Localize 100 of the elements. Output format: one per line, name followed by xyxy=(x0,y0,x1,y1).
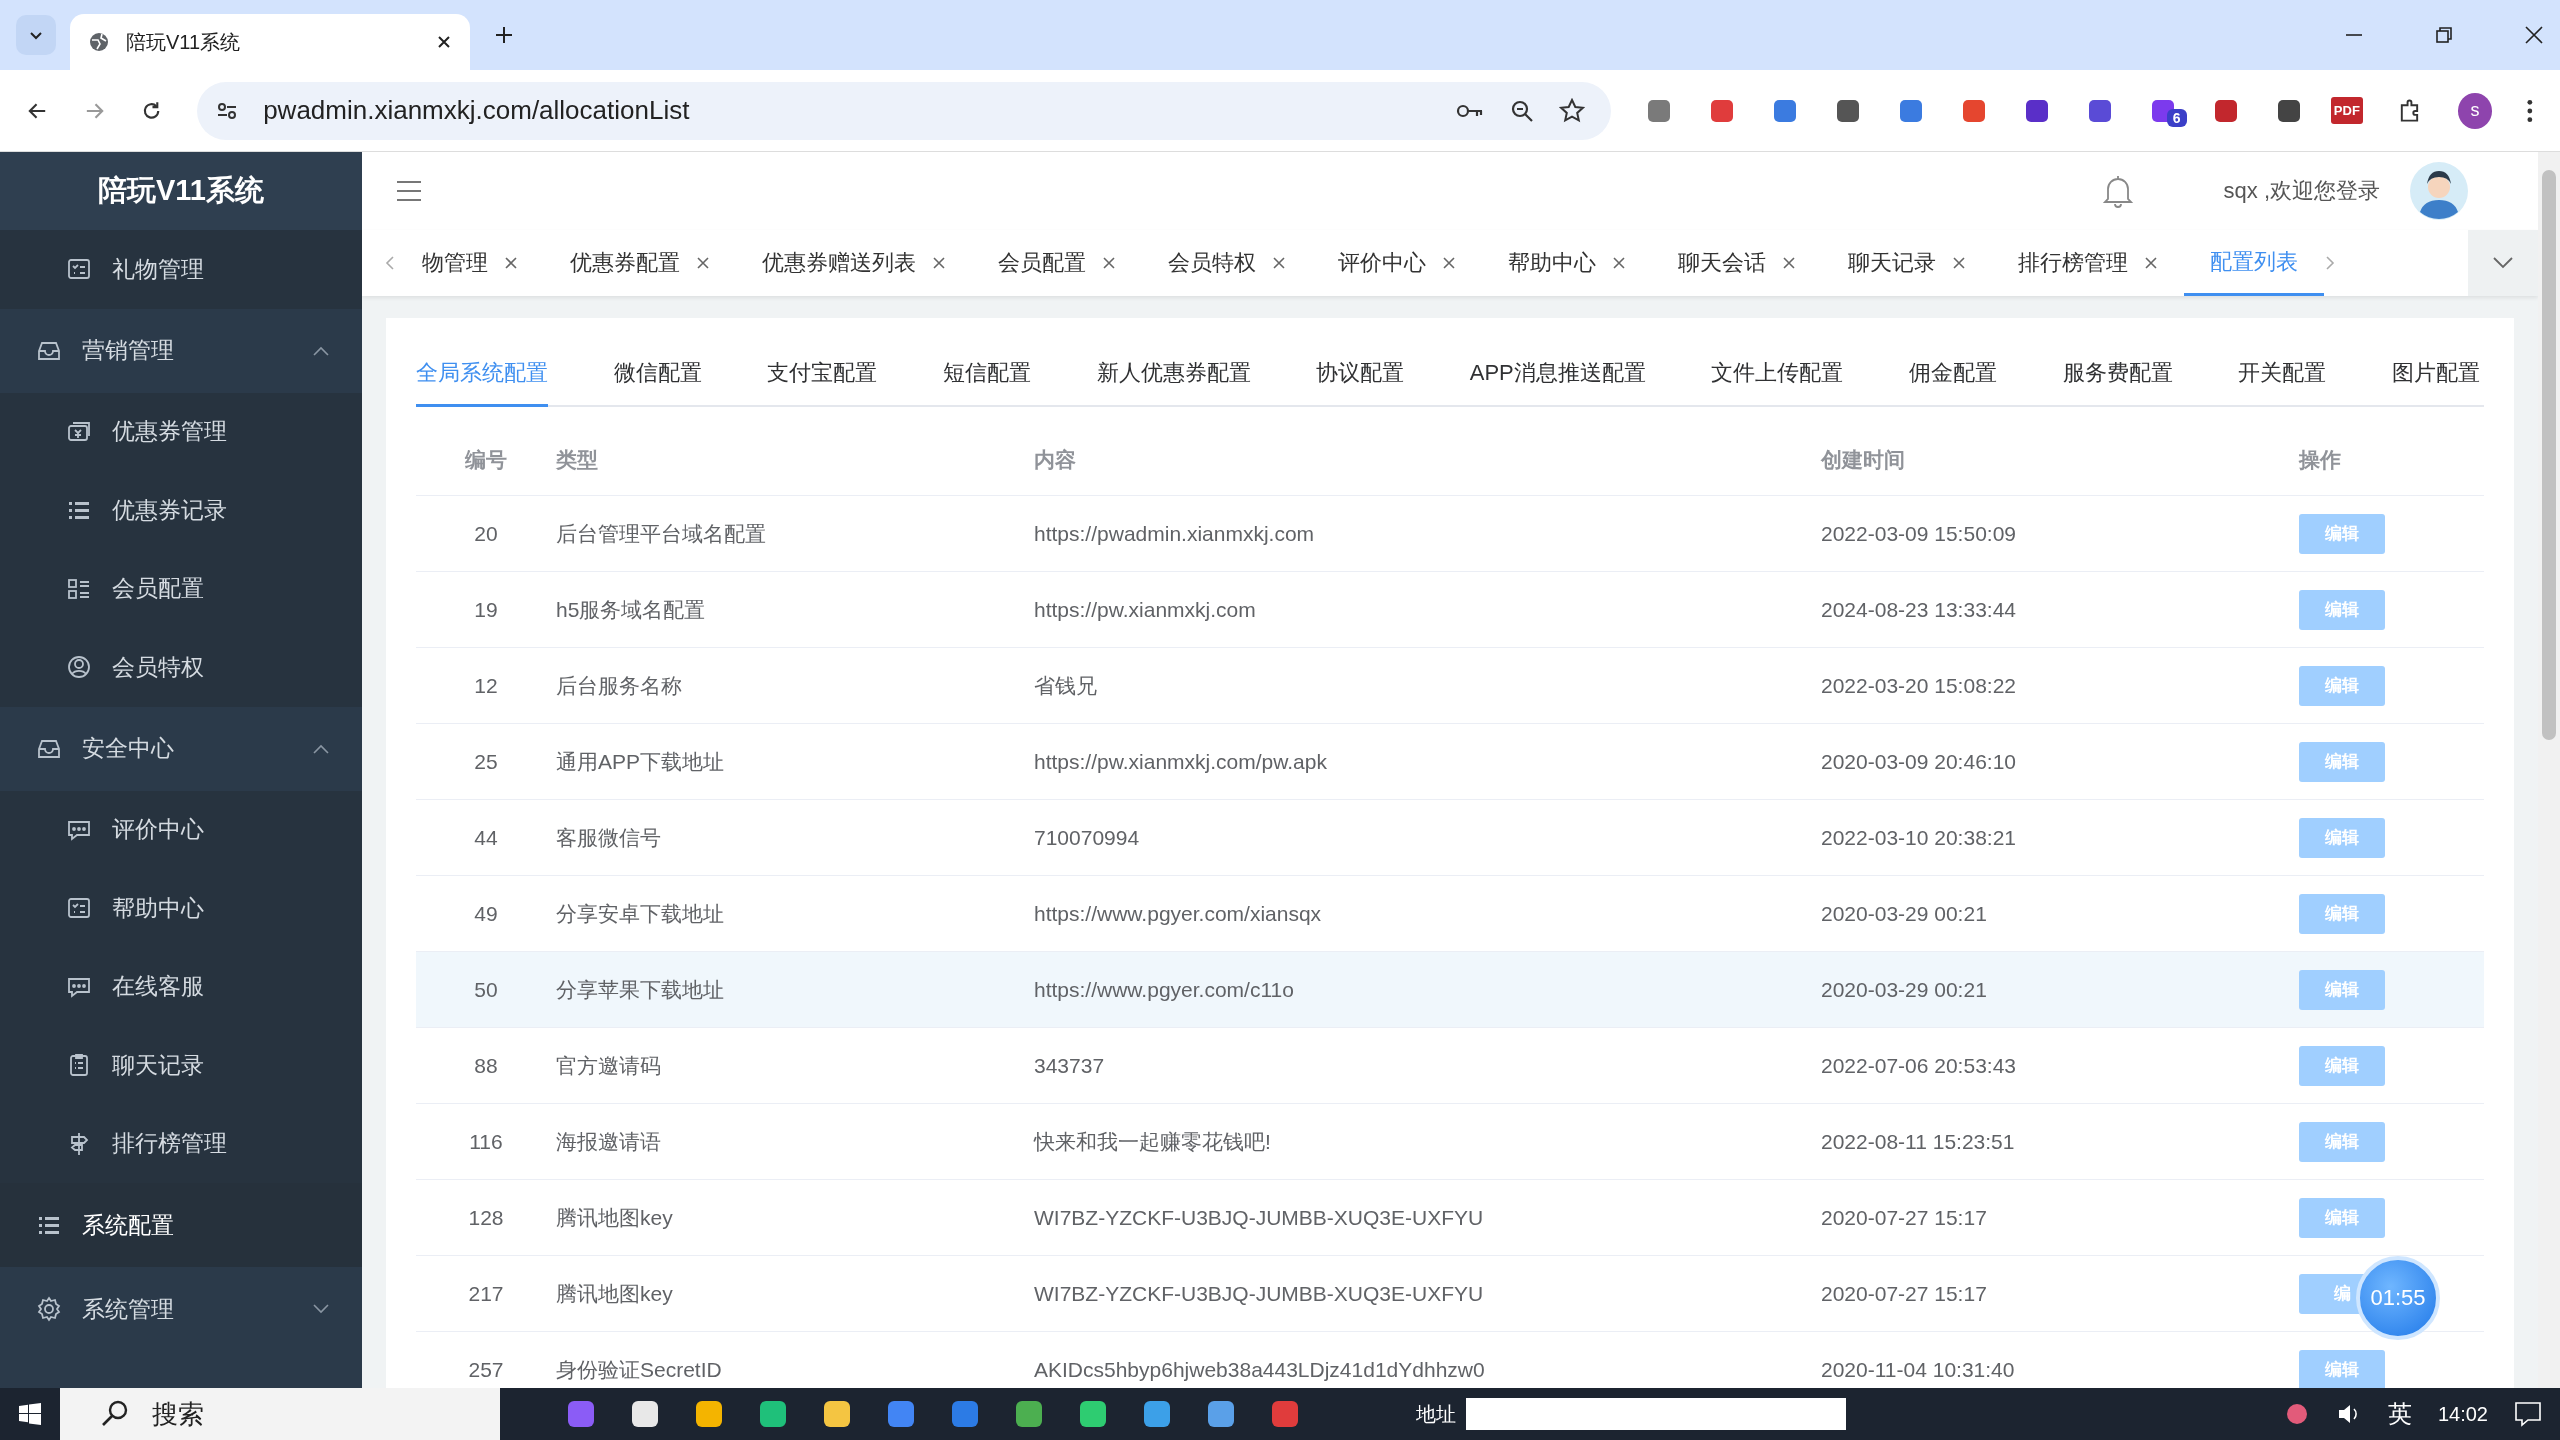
page-tab[interactable]: 聊天会话 xyxy=(1652,230,1822,296)
input-method-indicator[interactable]: 英 xyxy=(2387,1398,2412,1430)
column-header: 创建时间 xyxy=(1821,447,1906,473)
table-cell-text: 88 xyxy=(473,1053,499,1078)
sidebar-item[interactable]: 会员特权 xyxy=(0,628,362,707)
page-tab[interactable]: 会员特权 xyxy=(1142,230,1312,296)
table-cell-text: 2020-03-29 00:21 xyxy=(1821,901,1988,926)
page-tab[interactable]: 帮助中心 xyxy=(1482,230,1652,296)
app-icon[interactable] xyxy=(630,1399,660,1429)
table-cell-text: 分享安卓下载地址 xyxy=(556,900,725,927)
bell-icon[interactable] xyxy=(2101,174,2134,208)
page-tab[interactable]: 优惠券赠送列表 xyxy=(736,230,972,296)
restore-icon[interactable] xyxy=(2434,25,2454,45)
profile-button[interactable]: s xyxy=(2457,92,2493,129)
sidebar-item[interactable]: 帮助中心 xyxy=(0,869,362,948)
sidebar-item[interactable]: 礼物管理 xyxy=(0,230,362,309)
table-row[interactable]: 20 后台管理平台域名配置 https://pwadmin.xianmxkj.com 2022-03-09 15:50:09 编辑 xyxy=(416,496,2484,572)
globe-icon xyxy=(88,31,110,53)
pdf-extension-button[interactable]: PDF xyxy=(2330,97,2363,124)
menu-icon[interactable] xyxy=(2526,97,2534,124)
table-cell-text: 后台服务名称 xyxy=(556,672,683,699)
app-icon[interactable] xyxy=(1014,1399,1044,1429)
table-row[interactable]: 128 腾讯地图key WI7BZ-YZCKF-U3BJQ-JUMBB-XUQ3E-UXFYU 2020-07-27 15:17 编辑 xyxy=(416,1180,2484,1256)
table-cell-text: 710070994 xyxy=(1034,825,1141,850)
table-cell-text: 50 xyxy=(473,977,499,1002)
table-cell-text: 116 xyxy=(468,1129,504,1154)
config-tab[interactable]: 短信配置 xyxy=(942,346,1031,405)
app-icon[interactable] xyxy=(1206,1399,1236,1429)
sidebar-item[interactable]: 会员配置 xyxy=(0,549,362,628)
avatar-icon[interactable] xyxy=(2410,162,2468,220)
table-cell-text: 257 xyxy=(467,1357,505,1382)
address-field[interactable] xyxy=(1466,1398,1846,1430)
table-cell-text: 343737 xyxy=(1034,1053,1106,1078)
table-cell-text: 快来和我一起赚零花钱吧! xyxy=(1034,1128,1272,1155)
column-header: 编号 xyxy=(464,447,508,473)
config-tab[interactable]: 图片配置 xyxy=(2391,346,2480,405)
table-row[interactable]: 25 通用APP下载地址 https://pw.xianmxkj.com/pw.apk 2020-03-09 20:46:10 编辑 xyxy=(416,724,2484,800)
table-cell-text: 通用APP下载地址 xyxy=(556,748,726,775)
config-tab[interactable]: 支付宝配置 xyxy=(767,346,878,405)
table-cell-text: 2020-07-27 15:17 xyxy=(1821,1205,1988,1230)
sidebar-item[interactable]: 在线客服 xyxy=(0,947,362,1026)
table-cell-text: 身份验证SecretID xyxy=(556,1356,723,1383)
app-icon[interactable] xyxy=(758,1399,788,1429)
windows-start-icon[interactable] xyxy=(18,1402,42,1426)
page-tab[interactable]: 物管理 xyxy=(396,230,544,296)
notification-icon[interactable] xyxy=(2514,1401,2542,1427)
star-icon[interactable] xyxy=(1558,97,1585,124)
browser-tab[interactable]: 陪玩V11系统 xyxy=(70,14,470,70)
page-tab[interactable]: 会员配置 xyxy=(972,230,1142,296)
close-icon[interactable] xyxy=(2524,25,2544,45)
app-icon[interactable] xyxy=(822,1399,852,1429)
page-tab[interactable]: 优惠券配置 xyxy=(544,230,736,296)
config-tab[interactable]: 微信配置 xyxy=(613,346,702,405)
table-cell-text: 客服微信号 xyxy=(556,824,662,851)
config-tab[interactable]: 服务费配置 xyxy=(2062,346,2173,405)
table-row[interactable]: 88 官方邀请码 343737 2022-07-06 20:53:43 编辑 xyxy=(416,1028,2484,1104)
table-row[interactable]: 116 海报邀请语 快来和我一起赚零花钱吧! 2022-08-11 15:23:51 编辑 xyxy=(416,1104,2484,1180)
app-icon[interactable] xyxy=(694,1399,724,1429)
sidebar-item[interactable]: 安全中心 xyxy=(0,706,362,791)
sidebar-item[interactable]: 评价中心 xyxy=(0,790,362,869)
app-icon[interactable] xyxy=(1078,1399,1108,1429)
sidebar-item[interactable]: 营销管理 xyxy=(0,308,362,393)
sidebar-item[interactable]: 优惠券记录 xyxy=(0,471,362,550)
table-row[interactable]: 44 客服微信号 710070994 2022-03-10 20:38:21 编辑 xyxy=(416,800,2484,876)
config-tab[interactable]: 佣金配置 xyxy=(1909,346,1998,405)
close-icon[interactable] xyxy=(436,34,452,50)
config-tab[interactable]: 新人优惠券配置 xyxy=(1096,346,1251,405)
page-tab[interactable]: 聊天记录 xyxy=(1822,230,1992,296)
config-tab[interactable]: 协议配置 xyxy=(1316,346,1405,405)
table-cell-text: 2022-07-06 20:53:43 xyxy=(1821,1053,2017,1078)
config-tab[interactable]: APP消息推送配置 xyxy=(1469,346,1646,405)
table-row[interactable]: 19 h5服务域名配置 https://pw.xianmxkj.com 2024-08-23 13:33:44 编辑 xyxy=(416,572,2484,648)
table-cell-text: https://pw.xianmxkj.com xyxy=(1034,597,1257,622)
table-cell-text: 25 xyxy=(473,749,499,774)
sidebar-item[interactable]: 系统配置 xyxy=(0,1183,362,1267)
table-cell-text: https://pw.xianmxkj.com/pw.apk xyxy=(1034,749,1328,774)
table-cell-text: 分享苹果下载地址 xyxy=(556,976,725,1003)
table-cell-text: 44 xyxy=(473,825,499,850)
table-row[interactable]: 12 后台服务名称 省钱兄 2022-03-20 15:08:22 编辑 xyxy=(416,648,2484,724)
config-tab[interactable]: 开关配置 xyxy=(2238,346,2327,405)
new-tab-icon[interactable] xyxy=(494,25,514,45)
clock[interactable]: 14:02 xyxy=(2437,1402,2488,1426)
table-cell-text: 后台管理平台域名配置 xyxy=(556,520,767,547)
page-tab[interactable]: 排行榜管理 xyxy=(1992,230,2184,296)
welcome-text: sqx ,欢迎您登录 xyxy=(2223,177,2380,205)
sidebar-item[interactable]: 系统管理 xyxy=(0,1267,362,1351)
taskbar-search-field[interactable]: 搜索 xyxy=(60,1388,500,1440)
config-tab[interactable]: 文件上传配置 xyxy=(1711,346,1844,405)
sidebar-item[interactable]: 优惠券管理 xyxy=(0,392,362,471)
sidebar-item[interactable]: 聊天记录 xyxy=(0,1026,362,1105)
sidebar-item[interactable]: 排行榜管理 xyxy=(0,1104,362,1183)
page-tab[interactable]: 评价中心 xyxy=(1312,230,1482,296)
highlighted-row[interactable]: 50 分享苹果下载地址 https://www.pgyer.com/c11o 2020-03-29 00:21 编辑 xyxy=(416,952,2484,1028)
table-cell-text: WI7BZ-YZCKF-U3BJQ-JUMBB-XUQ3E-UXFYU xyxy=(1034,1281,1485,1306)
caret-icon xyxy=(2492,256,2514,270)
address-bar[interactable]: pwadmin.xianmxkj.com/allocationList xyxy=(197,81,1611,140)
app-icon[interactable] xyxy=(1142,1399,1172,1429)
table-cell-text: 49 xyxy=(473,901,499,926)
table-cell-text: 12 xyxy=(473,673,499,698)
table-cell-text: 省钱兄 xyxy=(1034,672,1098,699)
